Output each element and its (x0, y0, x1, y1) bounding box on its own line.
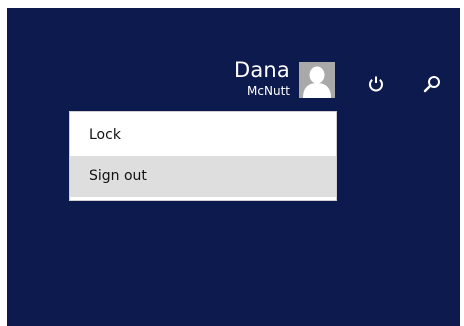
sign-out-menu-item[interactable]: Sign out (70, 156, 336, 197)
user-account-tile[interactable]: Dana McNutt (234, 58, 335, 98)
user-first-name: Dana (233, 58, 290, 82)
account-menu: Lock Sign out (69, 111, 337, 201)
search-icon[interactable] (422, 74, 442, 94)
lock-menu-item[interactable]: Lock (70, 115, 336, 156)
power-icon[interactable] (366, 74, 386, 94)
avatar[interactable] (299, 62, 335, 98)
user-last-name: McNutt (247, 84, 290, 98)
user-name[interactable]: Dana McNutt (234, 57, 290, 98)
start-screen-background: Dana McNutt Lock Sign out (7, 8, 460, 326)
